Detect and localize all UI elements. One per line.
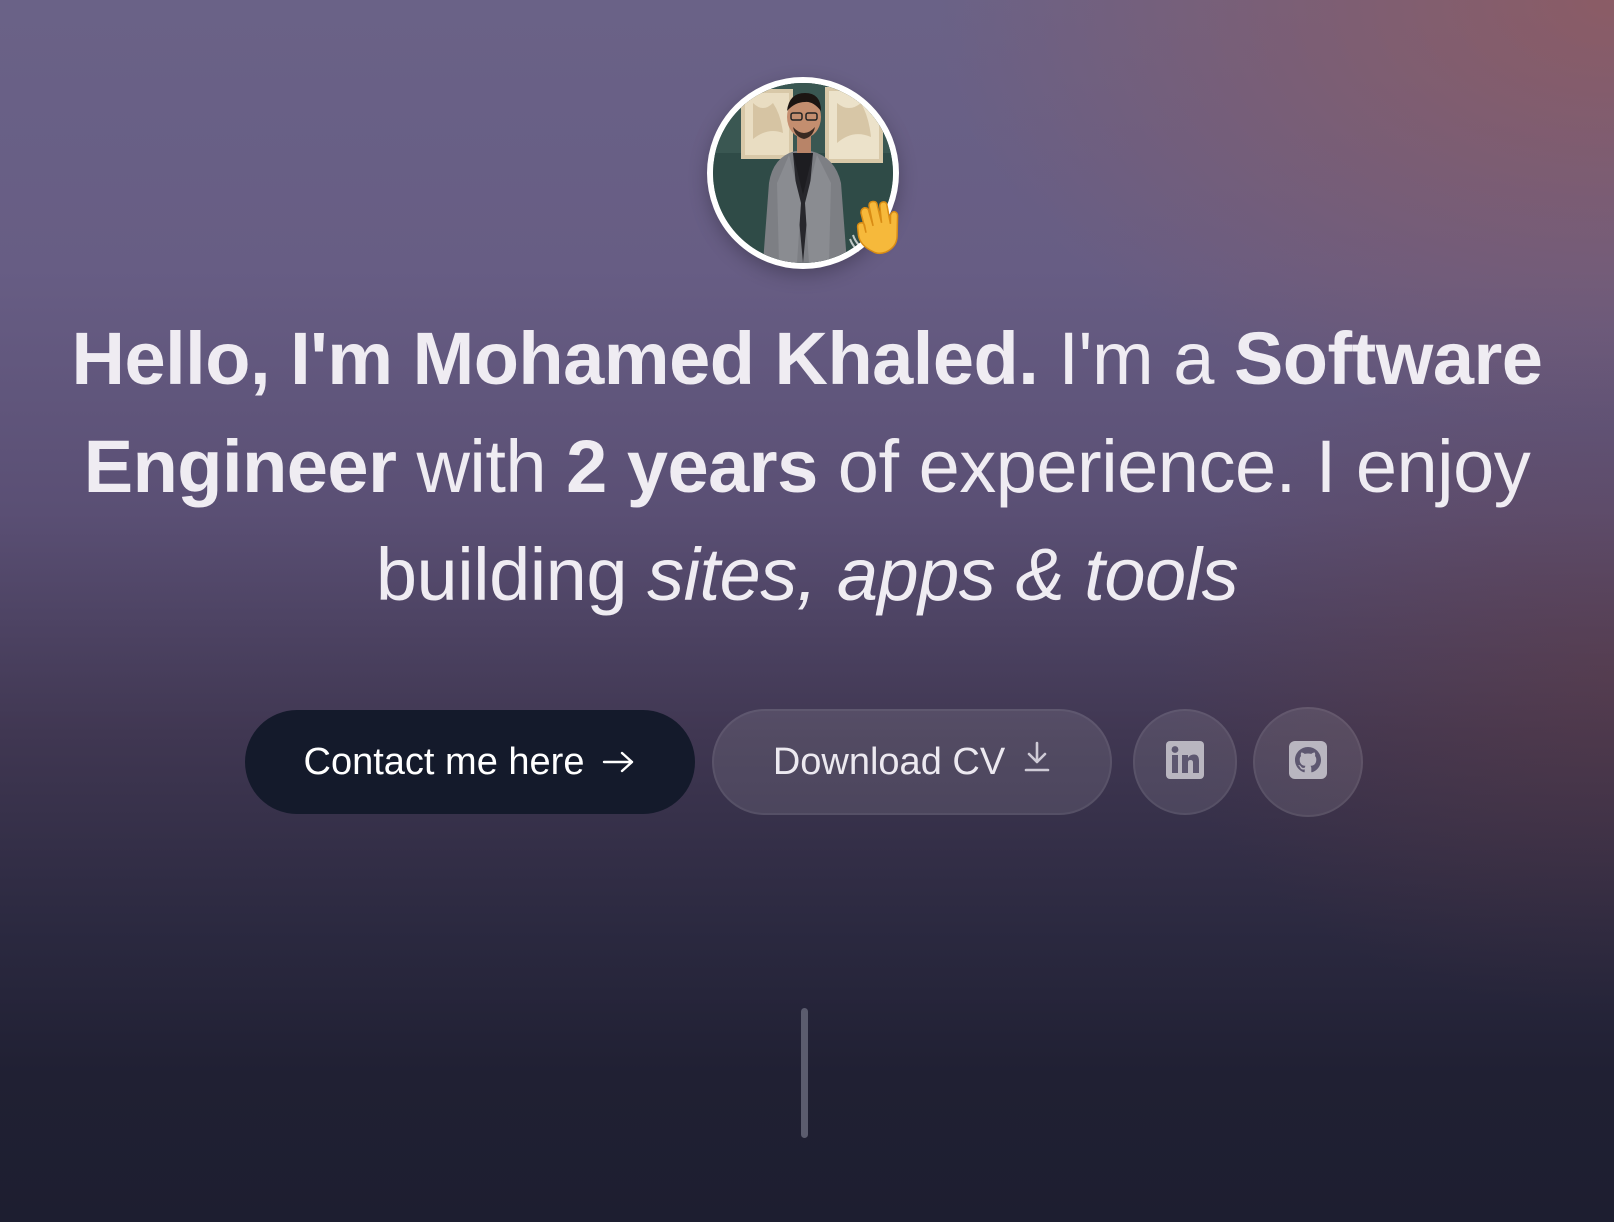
github-button[interactable] [1253, 707, 1363, 817]
headline-text: I'm a [1038, 317, 1234, 400]
avatar-container [707, 77, 899, 269]
headline-interests: sites, apps & tools [647, 533, 1239, 616]
scroll-indicator [801, 1008, 808, 1138]
download-cv-label: Download CV [772, 740, 1006, 783]
waving-hand-icon [847, 199, 905, 257]
hero-section: Hello, I'm Mohamed Khaled. I'm a Softwar… [0, 0, 1614, 1222]
download-cv-button[interactable]: Download CV [712, 709, 1112, 815]
linkedin-button[interactable] [1133, 709, 1237, 815]
arrow-right-icon [602, 741, 636, 784]
contact-button[interactable]: Contact me here [245, 710, 695, 814]
download-icon [1023, 740, 1051, 784]
headline-experience: 2 years [566, 425, 818, 508]
github-icon [1289, 740, 1327, 784]
hero-headline: Hello, I'm Mohamed Khaled. I'm a Softwar… [40, 305, 1574, 629]
linkedin-icon [1166, 740, 1204, 784]
headline-greeting: Hello, I'm Mohamed Khaled. [71, 317, 1039, 400]
contact-button-label: Contact me here [303, 740, 585, 783]
headline-text: with [396, 425, 567, 508]
